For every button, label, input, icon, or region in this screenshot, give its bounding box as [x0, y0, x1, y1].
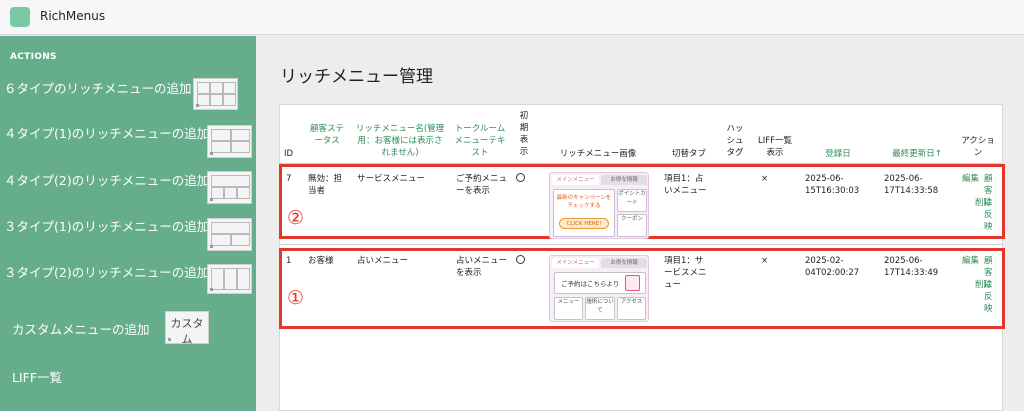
liff-list-link[interactable]: LIFF一覧: [12, 367, 62, 386]
cell-talk-text: ご予約メニューを表示: [456, 174, 508, 196]
thumb-tab: メインメニュー: [552, 175, 599, 185]
cell-updated: 2025-06-17T14:33:49: [884, 256, 939, 278]
4type2-layout-thumbnail[interactable]: [207, 171, 252, 204]
col-action: アクション: [961, 136, 995, 158]
thumb-menu-button: メニュー: [554, 297, 583, 320]
thumb-coupon: クーポン: [617, 214, 647, 237]
thumb-access-button: アクセス: [617, 297, 646, 320]
cell-liff: ×: [761, 256, 769, 266]
col-updated[interactable]: 最終更新日↑: [884, 148, 950, 160]
richmenu-image-thumbnail[interactable]: メインメニュー お得な情報 ご予約はこちらより メニュー 施術について アクセス: [549, 255, 649, 322]
cell-talk-text: 占いメニューを表示: [456, 256, 508, 278]
col-image: リッチメニュー画像: [559, 149, 637, 159]
add-3type2-menu-link[interactable]: ３タイプ(2)のリッチメニューの追加: [4, 262, 209, 281]
col-initial: 初期表示: [519, 111, 529, 157]
initial-display-icon: [516, 173, 525, 182]
cell-status: 無効：担当者: [308, 174, 343, 196]
col-created[interactable]: 登録日: [813, 148, 863, 160]
col-id: ID: [284, 149, 294, 159]
cell-created: 2025-06-15T16:30:03: [805, 174, 860, 196]
page-title: リッチメニュー管理: [280, 67, 433, 87]
cell-id: 1: [286, 256, 292, 266]
add-custom-menu-link[interactable]: カスタムメニューの追加: [12, 319, 150, 338]
row-badge: ②: [287, 207, 305, 229]
cell-liff: ×: [761, 174, 769, 184]
cell-switch-tab: 項目1：占いメニュー: [664, 174, 707, 196]
row-badge: ①: [287, 287, 305, 309]
col-liff: LIFF一覧表示: [757, 136, 793, 158]
thumb-tab: メインメニュー: [552, 258, 599, 268]
add-4type2-menu-link[interactable]: ４タイプ(2)のリッチメニューの追加: [4, 170, 209, 189]
col-hashtag: ハッシュタグ: [726, 124, 744, 158]
thumb-banner: 最新のキャンペーンをチェックする: [553, 189, 615, 237]
thumb-point-card: ポイントカード: [617, 189, 647, 212]
richmenu-image-thumbnail[interactable]: メインメニュー お得な情報 最新のキャンペーンをチェックする CLICK HER…: [549, 172, 649, 239]
thumb-treatment-button: 施術について: [585, 297, 615, 320]
cell-name: サービスメニュー: [357, 174, 426, 184]
custom-layout-thumbnail[interactable]: カスタム: [165, 311, 209, 346]
calendar-icon: [625, 275, 640, 291]
cell-switch-tab: 項目1：サービスメニュー: [664, 256, 707, 290]
cell-created: 2025-02-04T02:00:27: [805, 256, 860, 278]
delete-link[interactable]: 削除: [975, 197, 992, 209]
sidebar-heading: ACTIONS: [10, 52, 57, 62]
cell-id: 7: [286, 174, 292, 184]
custom-thumbnail-label: カスタム: [170, 317, 204, 346]
initial-display-icon: [516, 255, 525, 264]
sidebar: ACTIONS ６タイプのリッチメニューの追加 ４タイプ(1)のリッチメニューの…: [0, 36, 256, 411]
cell-status: お客様: [308, 256, 334, 266]
top-bar: RichMenus: [0, 0, 1024, 35]
add-4type1-menu-link[interactable]: ４タイプ(1)のリッチメニューの追加: [4, 123, 209, 142]
thumb-tab: お得な情報: [601, 175, 647, 185]
3type1-layout-thumbnail[interactable]: [207, 218, 252, 251]
delete-link[interactable]: 削除: [975, 279, 992, 291]
app-logo-icon: [10, 7, 30, 27]
col-status[interactable]: 顧客ステータス: [307, 123, 347, 147]
col-switch-tab: 切替タブ: [671, 149, 706, 159]
app-title: RichMenus: [40, 9, 106, 23]
row-divider: [280, 244, 1002, 245]
thumb-cta: CLICK HERE!: [559, 218, 609, 229]
col-name[interactable]: リッチメニュー名(管理用：お客様には表示されません): [355, 123, 445, 159]
6type-layout-thumbnail[interactable]: [193, 78, 238, 110]
cell-updated: 2025-06-17T14:33:58: [884, 174, 939, 196]
cell-name: 占いメニュー: [357, 256, 409, 266]
thumb-tab: お得な情報: [601, 258, 647, 268]
add-3type1-menu-link[interactable]: ３タイプ(1)のリッチメニューの追加: [4, 216, 209, 235]
edit-link[interactable]: 編集: [962, 255, 979, 267]
3type2-layout-thumbnail[interactable]: [207, 264, 252, 294]
col-talk-text[interactable]: トークルームメニューテキスト: [453, 123, 507, 159]
edit-link[interactable]: 編集: [962, 173, 979, 185]
add-6type-menu-link[interactable]: ６タイプのリッチメニューの追加: [4, 78, 192, 97]
4type1-layout-thumbnail[interactable]: [207, 125, 252, 158]
